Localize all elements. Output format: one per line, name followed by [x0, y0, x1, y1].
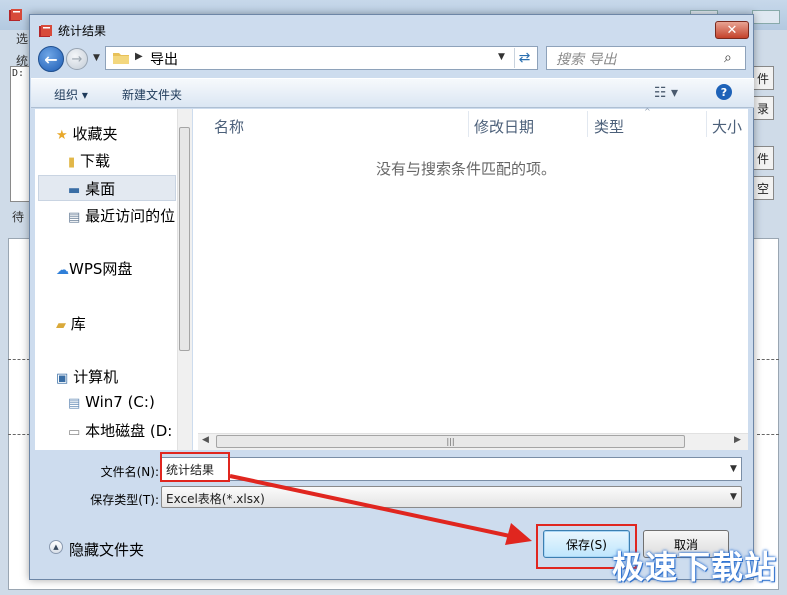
- dialog-close-button[interactable]: ✕: [715, 21, 749, 39]
- nav-item-recent[interactable]: ▤ 最近访问的位: [68, 205, 175, 226]
- search-icon[interactable]: ⌕: [724, 50, 732, 66]
- column-divider[interactable]: [587, 111, 588, 137]
- nav-item-favorites[interactable]: ★ 收藏夹: [56, 123, 117, 144]
- background-divider: [757, 434, 779, 435]
- background-menu-item[interactable]: 选: [16, 30, 28, 47]
- nav-label: 桌面: [85, 180, 116, 198]
- view-options-icon[interactable]: ☷ ▾: [654, 85, 678, 101]
- save-dialog: 统计结果 ✕ ← → ▼ ▶ 导出 ▼ ⇄ 搜索 导出 ⌕ 组织 ▾ 新建文件夹…: [29, 14, 754, 580]
- nav-item-library[interactable]: ▰ 库: [56, 313, 86, 334]
- background-path-text: D:: [12, 68, 25, 79]
- library-icon: ▰: [56, 318, 66, 333]
- nav-item-desktop[interactable]: ▬ 桌面: [68, 178, 115, 199]
- background-divider: [8, 434, 30, 435]
- nav-label: 最近访问的位: [85, 207, 176, 225]
- new-folder-button[interactable]: 新建文件夹: [122, 86, 182, 103]
- dialog-title: 统计结果: [58, 24, 107, 38]
- annotation-highlight-filename: [160, 452, 230, 482]
- column-header-size[interactable]: 大小: [712, 116, 742, 137]
- filename-input[interactable]: 统计结果: [161, 457, 742, 481]
- column-divider[interactable]: [468, 111, 469, 137]
- background-divider: [8, 359, 30, 360]
- collapse-icon[interactable]: ▲: [49, 540, 63, 554]
- watermark-logo: 极速下载站: [612, 548, 778, 586]
- cloud-icon: ☁: [56, 263, 69, 278]
- scroll-left-icon[interactable]: ◀: [202, 435, 209, 445]
- column-header-date[interactable]: 修改日期: [474, 116, 534, 137]
- empty-list-message: 没有与搜索条件匹配的项。: [376, 160, 557, 178]
- nav-label: 计算机: [73, 368, 119, 386]
- nav-label: 收藏夹: [72, 125, 118, 143]
- nav-label: WPS网盘: [69, 260, 133, 278]
- column-header-name[interactable]: 名称: [214, 116, 244, 137]
- background-side-button-3[interactable]: 件: [752, 146, 774, 170]
- scroll-right-icon[interactable]: ▶: [734, 435, 741, 445]
- filetype-label: 保存类型(T):: [90, 493, 159, 507]
- breadcrumb-segment[interactable]: 导出: [150, 49, 178, 69]
- background-close-button[interactable]: [752, 10, 780, 24]
- background-side-button-1[interactable]: 件: [752, 66, 774, 90]
- organize-button[interactable]: 组织 ▾: [54, 86, 88, 103]
- nav-pane-scrollbar-thumb[interactable]: [179, 127, 190, 351]
- address-dropdown-icon[interactable]: ▼: [498, 52, 505, 62]
- nav-label: Win7 (C:): [85, 393, 155, 411]
- help-icon[interactable]: ?: [716, 84, 732, 100]
- column-divider[interactable]: [706, 111, 707, 137]
- nav-item-drive-c[interactable]: ▤ Win7 (C:): [68, 393, 155, 411]
- background-side-button-2[interactable]: 录: [752, 96, 774, 120]
- desktop-icon: ▬: [68, 183, 81, 198]
- search-placeholder: 搜索 导出: [556, 52, 617, 68]
- hard-drive-icon: ▭: [68, 425, 81, 440]
- nav-label: 本地磁盘 (D:: [85, 422, 173, 440]
- sort-arrow-icon: ^: [644, 107, 651, 116]
- file-list-scrollbar-thumb[interactable]: |||: [216, 435, 685, 448]
- folder-icon: [113, 53, 129, 64]
- forward-button[interactable]: →: [66, 48, 88, 70]
- filename-dropdown-icon[interactable]: ▼: [730, 464, 737, 474]
- breadcrumb-arrow-icon[interactable]: ▶: [135, 51, 143, 62]
- filename-label: 文件名(N):: [100, 465, 159, 479]
- nav-item-downloads[interactable]: ▮ 下载: [68, 150, 110, 171]
- recent-places-icon: ▤: [68, 210, 81, 225]
- app-book-icon: [39, 25, 52, 37]
- nav-item-computer[interactable]: ▣ 计算机: [56, 366, 118, 387]
- nav-item-drive-d[interactable]: ▭ 本地磁盘 (D:: [68, 420, 172, 441]
- nav-label: 下载: [79, 152, 110, 170]
- folder-icon: ▮: [68, 155, 76, 170]
- history-dropdown-icon[interactable]: ▼: [93, 53, 100, 63]
- back-button[interactable]: ←: [38, 46, 64, 72]
- app-book-icon: [9, 9, 22, 21]
- refresh-icon[interactable]: ⇄: [514, 48, 534, 68]
- nav-label: 库: [70, 315, 86, 333]
- background-side-button-4[interactable]: 空: [752, 176, 774, 200]
- column-header-type[interactable]: 类型: [594, 116, 624, 137]
- star-icon: ★: [56, 128, 68, 143]
- windows-drive-icon: ▤: [68, 396, 81, 411]
- background-status-label: 待: [12, 210, 25, 224]
- filetype-select[interactable]: Excel表格(*.xlsx): [161, 486, 742, 508]
- background-divider: [757, 359, 779, 360]
- nav-item-wps-cloud[interactable]: ☁WPS网盘: [56, 258, 132, 279]
- filetype-dropdown-icon[interactable]: ▼: [730, 492, 737, 502]
- hide-folders-toggle[interactable]: 隐藏文件夹: [69, 539, 144, 560]
- computer-icon: ▣: [56, 371, 69, 386]
